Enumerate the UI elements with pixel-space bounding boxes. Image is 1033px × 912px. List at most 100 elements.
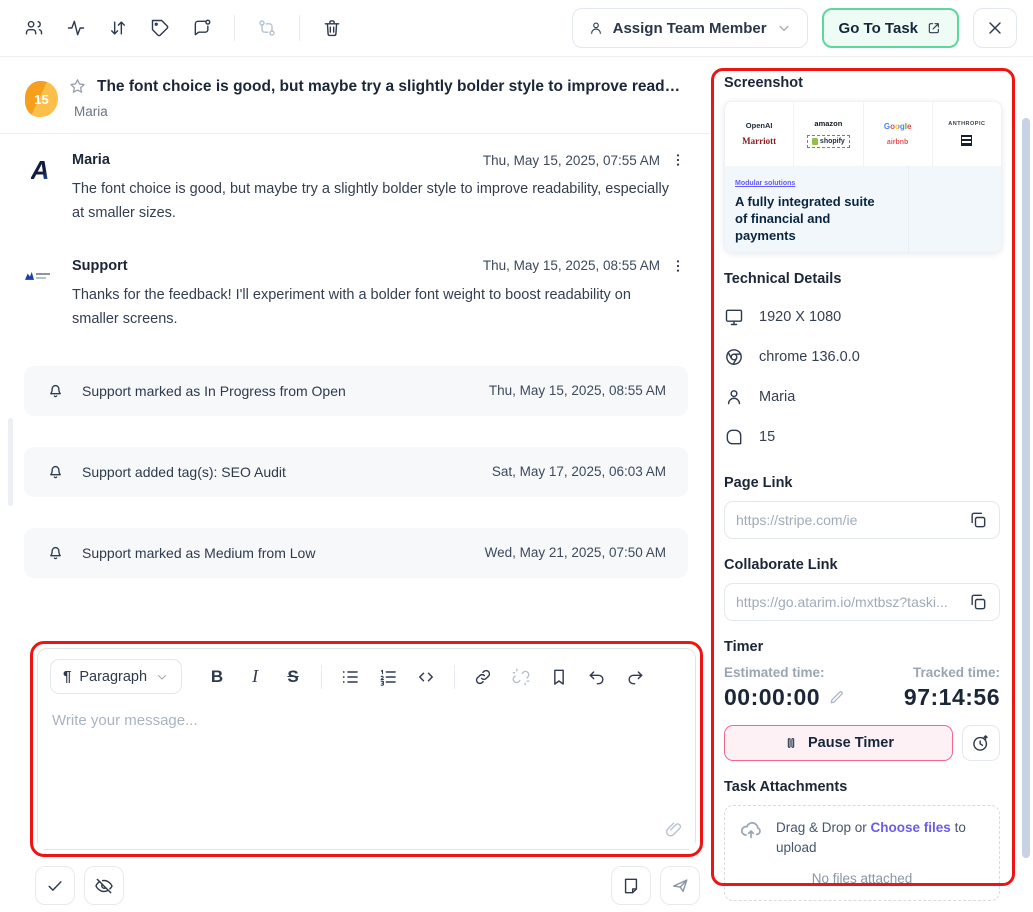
- page-link-section: Page Link: [724, 475, 1000, 539]
- top-right-actions: Assign Team Member Go To Task: [572, 8, 1017, 48]
- ordered-list-icon: [378, 667, 398, 687]
- person-icon: [588, 20, 604, 36]
- technical-details-section: Technical Details 1920 X 1080 chrome 136…: [724, 271, 1000, 457]
- activity-button[interactable]: [58, 10, 94, 46]
- bullet-list-button[interactable]: [333, 660, 367, 694]
- redo-icon: [625, 667, 645, 687]
- maria-avatar-logo: A: [31, 155, 50, 186]
- browser-row: chrome 136.0.0: [724, 337, 1000, 377]
- bottom-actions: [35, 866, 700, 905]
- comment-timestamp: Thu, May 15, 2025, 07:55 AM: [483, 153, 660, 168]
- collaborators-button[interactable]: [16, 10, 52, 46]
- add-note-button[interactable]: [611, 866, 651, 905]
- file-dropzone[interactable]: Drag & Drop or Choose files to upload No…: [724, 805, 1000, 901]
- internal-note-visibility-button[interactable]: [84, 866, 124, 905]
- no-files-text: No files attached: [739, 871, 985, 886]
- code-button[interactable]: [409, 660, 443, 694]
- merge-tasks-button[interactable]: [249, 10, 285, 46]
- assign-team-member-label: Assign Team Member: [613, 20, 767, 37]
- comment-author: Support: [72, 258, 128, 274]
- avatar: A: [24, 154, 56, 186]
- comment-body: The font choice is good, but maybe try a…: [72, 178, 672, 226]
- marriott-logo: Marriott: [742, 137, 776, 146]
- copy-page-link-button[interactable]: [960, 510, 988, 530]
- bookmark-button[interactable]: [542, 660, 576, 694]
- remove-link-button[interactable]: [504, 660, 538, 694]
- toolbar-divider: [321, 665, 322, 689]
- comment-menu-button[interactable]: [670, 258, 686, 274]
- task-detail-column: 15 The font choice is good, but maybe tr…: [0, 57, 710, 912]
- estimated-time-value: 00:00:00: [724, 684, 820, 711]
- activity-item: Support added tag(s): SEO Audit Sat, May…: [24, 447, 688, 497]
- chevron-down-icon: [155, 670, 169, 684]
- close-panel-button[interactable]: [973, 8, 1017, 48]
- strikethrough-button[interactable]: S: [276, 660, 310, 694]
- favorite-task-button[interactable]: [68, 77, 87, 96]
- tag-shape-icon: [724, 427, 744, 447]
- star-icon: [68, 77, 87, 96]
- activity-text: Support marked as In Progress from Open: [82, 383, 346, 399]
- page-link-field: [724, 501, 1000, 539]
- message-input[interactable]: [38, 700, 695, 849]
- comment-item: A Maria Thu, May 15, 2025, 07:55 AM The …: [0, 134, 710, 226]
- edit-estimated-time-button[interactable]: [828, 689, 845, 706]
- kebab-menu-icon: [670, 258, 686, 274]
- comment-status-button[interactable]: [184, 10, 220, 46]
- editor-toolbar: ¶ Paragraph B I S: [38, 649, 695, 700]
- technical-details-heading: Technical Details: [724, 271, 1000, 287]
- page-scrollbar[interactable]: [1022, 118, 1030, 858]
- ordered-list-button[interactable]: [371, 660, 405, 694]
- comment-menu-button[interactable]: [670, 152, 686, 168]
- block-type-label: Paragraph: [79, 669, 147, 685]
- pencil-icon: [828, 689, 845, 706]
- send-message-button[interactable]: [660, 866, 700, 905]
- choose-files-link[interactable]: Choose files: [871, 820, 951, 835]
- bold-button[interactable]: B: [200, 660, 234, 694]
- pause-icon: [783, 735, 799, 751]
- pause-timer-button[interactable]: Pause Timer: [724, 725, 953, 761]
- time-log-button[interactable]: [962, 725, 1000, 761]
- undo-button[interactable]: [580, 660, 614, 694]
- priority-sort-button[interactable]: [100, 10, 136, 46]
- assign-team-member-dropdown[interactable]: Assign Team Member: [572, 8, 808, 48]
- block-type-dropdown[interactable]: ¶ Paragraph: [50, 659, 182, 694]
- task-number-badge: 15: [25, 81, 58, 117]
- insert-link-button[interactable]: [466, 660, 500, 694]
- chrome-icon: [724, 347, 744, 367]
- comment-timestamp: Thu, May 15, 2025, 08:55 AM: [483, 258, 660, 273]
- comment-item: Support Thu, May 15, 2025, 08:55 AM Than…: [0, 240, 710, 332]
- reporter-row: Maria: [724, 377, 1000, 417]
- send-icon: [670, 876, 690, 896]
- copy-collaborate-link-button[interactable]: [960, 592, 988, 612]
- tags-button[interactable]: [142, 10, 178, 46]
- collaborate-link-heading: Collaborate Link: [724, 557, 1000, 573]
- collaborate-link-input[interactable]: [736, 594, 960, 610]
- clock-arrow-icon: [971, 733, 991, 753]
- task-attachments-heading: Task Attachments: [724, 779, 1000, 795]
- flag-comment-icon: [192, 18, 212, 38]
- bullet-list-icon: [340, 667, 360, 687]
- external-link-icon: [926, 20, 942, 36]
- screenshot-heading: Screenshot: [724, 75, 1000, 91]
- italic-button[interactable]: I: [238, 660, 272, 694]
- screenshot-thumbnail[interactable]: OpenAI Marriott amazon shopify Google ai…: [724, 101, 1002, 253]
- airbnb-logo: airbnb: [887, 139, 908, 146]
- resolution-row: 1920 X 1080: [724, 297, 1000, 337]
- resolve-button[interactable]: [35, 866, 75, 905]
- pause-timer-label: Pause Timer: [808, 735, 894, 751]
- page-link-input[interactable]: [736, 512, 960, 528]
- redo-button[interactable]: [618, 660, 652, 694]
- go-to-task-button[interactable]: Go To Task: [822, 8, 959, 48]
- collaborate-link-section: Collaborate Link: [724, 557, 1000, 621]
- delete-task-button[interactable]: [314, 10, 350, 46]
- activity-log: Support marked as In Progress from Open …: [0, 366, 710, 578]
- openai-logo: OpenAI: [746, 122, 773, 130]
- comments-scrollbar[interactable]: [8, 418, 13, 506]
- comment-body: Thanks for the feedback! I'll experiment…: [72, 284, 672, 332]
- estimated-time-label: Estimated time:: [724, 665, 845, 680]
- support-avatar-logo: [25, 269, 55, 283]
- git-compare-icon: [257, 18, 277, 38]
- activity-item: Support marked as In Progress from Open …: [24, 366, 688, 416]
- dropzone-text: Drag & Drop or Choose files to upload: [776, 818, 985, 859]
- editor-attach-button[interactable]: [664, 820, 683, 839]
